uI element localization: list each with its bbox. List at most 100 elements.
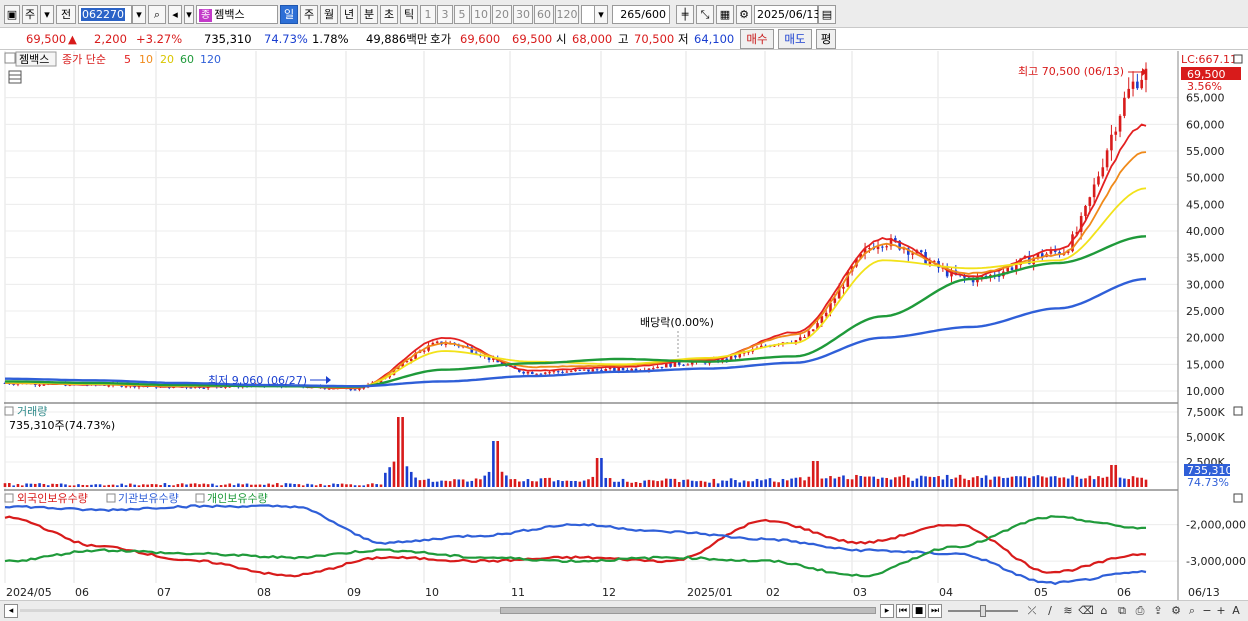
- volume-bar[interactable]: [647, 479, 651, 487]
- volume-bar[interactable]: [215, 485, 219, 487]
- zoom-slider-handle[interactable]: [980, 605, 986, 617]
- volume-bar[interactable]: [980, 477, 984, 487]
- volume-bar[interactable]: [72, 485, 76, 487]
- volume-bar[interactable]: [513, 479, 517, 487]
- volume-bar[interactable]: [440, 480, 443, 487]
- volume-bar[interactable]: [1053, 476, 1057, 487]
- price-close-icon[interactable]: [1233, 54, 1243, 64]
- volume-bar[interactable]: [1084, 478, 1087, 487]
- volume-bar[interactable]: [928, 476, 932, 487]
- volume-bar[interactable]: [543, 477, 547, 487]
- layout-icon[interactable]: ▣: [4, 5, 20, 24]
- zoom-in-icon[interactable]: +: [1214, 603, 1228, 618]
- volume-bar[interactable]: [20, 485, 24, 487]
- crosshair-icon[interactable]: ⤫: [1024, 603, 1040, 618]
- volume-bar[interactable]: [414, 477, 417, 487]
- candle-body[interactable]: [535, 373, 538, 375]
- candle-body[interactable]: [587, 369, 590, 372]
- volume-bar[interactable]: [509, 479, 512, 487]
- volume-bar[interactable]: [392, 461, 396, 487]
- candle-body[interactable]: [539, 373, 543, 375]
- volume-bar[interactable]: [963, 478, 966, 487]
- volume-bar[interactable]: [846, 479, 850, 487]
- volume-bar[interactable]: [288, 483, 292, 487]
- candle-body[interactable]: [1105, 150, 1109, 168]
- candle-body[interactable]: [422, 350, 426, 352]
- candle-body[interactable]: [1097, 176, 1100, 185]
- volume-bar[interactable]: [535, 481, 538, 487]
- volume-bar[interactable]: [608, 478, 612, 487]
- volume-bar[interactable]: [470, 480, 474, 487]
- volume-bar[interactable]: [55, 484, 59, 487]
- candle-body[interactable]: [409, 358, 413, 362]
- volume-bar[interactable]: [64, 484, 67, 487]
- evaluate-button[interactable]: 평: [816, 29, 836, 49]
- volume-bar[interactable]: [872, 476, 876, 487]
- volume-bar[interactable]: [1040, 476, 1044, 487]
- candle-body[interactable]: [38, 384, 41, 386]
- volume-close-icon[interactable]: [1233, 406, 1243, 416]
- volume-bar[interactable]: [604, 477, 608, 487]
- candle-body[interactable]: [1092, 184, 1096, 198]
- volume-bar[interactable]: [345, 484, 348, 487]
- volume-bar[interactable]: [422, 479, 426, 487]
- lock-icon[interactable]: ⌂: [1096, 603, 1112, 618]
- candle-body[interactable]: [651, 368, 655, 370]
- volume-bar[interactable]: [842, 475, 845, 487]
- volume-bar[interactable]: [362, 485, 366, 487]
- volume-bar[interactable]: [1002, 478, 1005, 487]
- volume-bar[interactable]: [193, 483, 197, 487]
- volume-bar[interactable]: [703, 481, 707, 487]
- candle-body[interactable]: [574, 369, 577, 372]
- candle-body[interactable]: [660, 366, 664, 368]
- volume-bar[interactable]: [25, 483, 28, 487]
- volume-bar[interactable]: [448, 481, 452, 487]
- volume-bar[interactable]: [137, 485, 141, 487]
- tab-second[interactable]: 초: [380, 5, 398, 24]
- volume-bar[interactable]: [59, 483, 63, 487]
- volume-bar[interactable]: [976, 476, 979, 487]
- candle-body[interactable]: [556, 371, 560, 373]
- export-icon[interactable]: ⇪: [1150, 603, 1166, 618]
- volume-bar[interactable]: [1066, 478, 1070, 487]
- volume-bar[interactable]: [435, 481, 439, 487]
- volume-bar[interactable]: [142, 484, 145, 487]
- candle-body[interactable]: [811, 329, 815, 332]
- code-dropdown-icon[interactable]: ▾: [132, 5, 146, 24]
- volume-bar[interactable]: [474, 478, 478, 487]
- volume-bar[interactable]: [46, 485, 50, 487]
- volume-bar[interactable]: [967, 480, 971, 487]
- volume-bar[interactable]: [172, 485, 175, 487]
- volume-bar[interactable]: [1019, 476, 1022, 487]
- jump-start-icon[interactable]: ⏮: [896, 604, 910, 618]
- candle-body[interactable]: [569, 371, 573, 373]
- volume-bar[interactable]: [42, 483, 46, 487]
- volume-bar[interactable]: [1092, 479, 1096, 487]
- volume-bar[interactable]: [617, 481, 621, 487]
- table-toggle-icon[interactable]: [8, 70, 22, 84]
- tab-tick[interactable]: 틱: [400, 5, 418, 24]
- volume-bar[interactable]: [133, 484, 136, 487]
- volume-bar[interactable]: [479, 479, 482, 487]
- volume-bar[interactable]: [798, 477, 802, 487]
- volume-bar[interactable]: [773, 481, 776, 487]
- magnifier-icon[interactable]: ⌕: [1184, 603, 1200, 618]
- volume-bar[interactable]: [427, 478, 430, 487]
- volume-bar[interactable]: [539, 478, 543, 487]
- volume-bar[interactable]: [453, 479, 456, 487]
- volume-bar[interactable]: [146, 484, 149, 487]
- volume-bar[interactable]: [77, 484, 80, 487]
- candle-body[interactable]: [444, 343, 448, 345]
- market-select[interactable]: 주: [22, 5, 38, 24]
- volume-bar[interactable]: [569, 480, 573, 487]
- volume-bar[interactable]: [263, 484, 266, 487]
- volume-bar[interactable]: [954, 477, 958, 487]
- volume-bar[interactable]: [120, 483, 123, 487]
- volume-bar[interactable]: [8, 483, 11, 487]
- volume-bar[interactable]: [129, 483, 132, 487]
- candle-body[interactable]: [349, 389, 353, 391]
- candle-body[interactable]: [608, 367, 612, 370]
- candle-body[interactable]: [1127, 88, 1131, 98]
- volume-bar[interactable]: [98, 484, 102, 487]
- tab-year[interactable]: 년: [340, 5, 358, 24]
